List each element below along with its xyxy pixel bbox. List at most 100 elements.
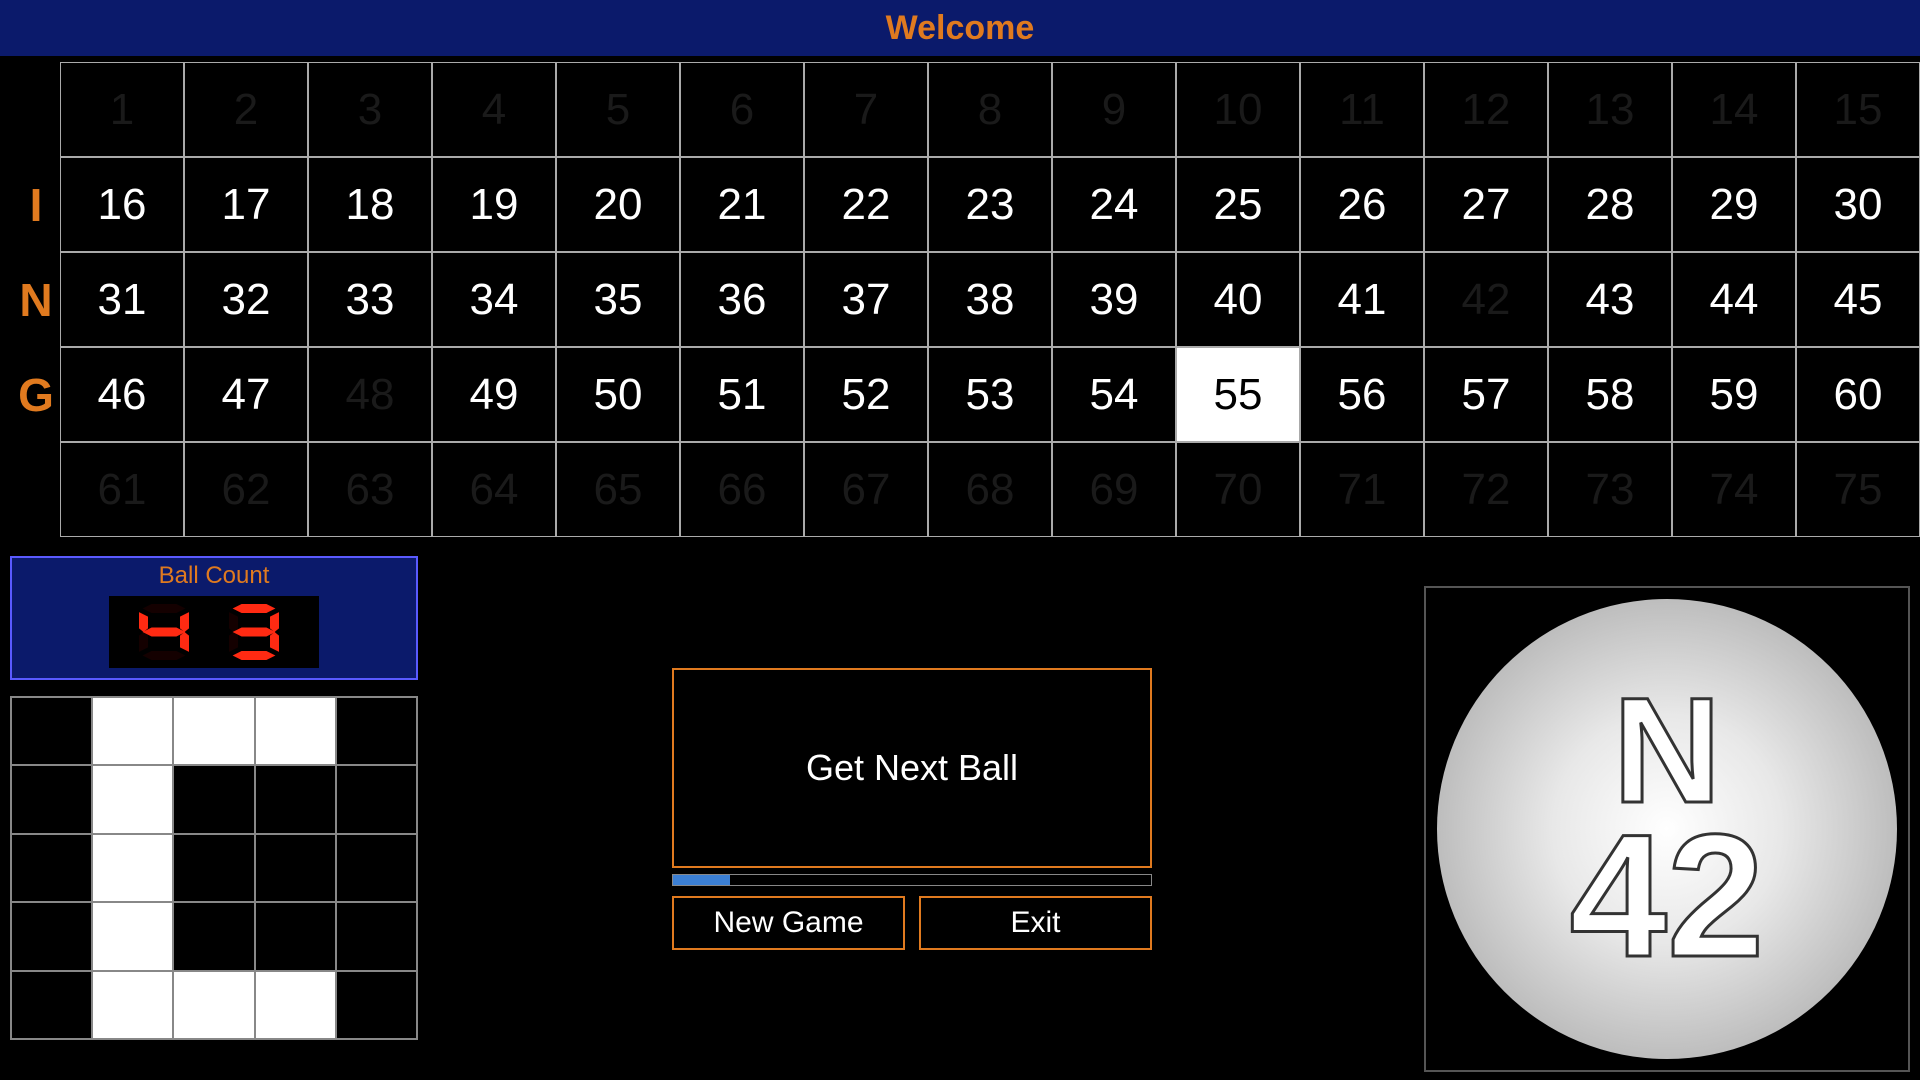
board-cell[interactable]: 9 bbox=[1052, 62, 1176, 157]
get-next-ball-button[interactable]: Get Next Ball bbox=[672, 668, 1152, 868]
board-cell[interactable]: 66 bbox=[680, 442, 804, 537]
pattern-cell[interactable] bbox=[173, 697, 254, 765]
board-cell[interactable]: 33 bbox=[308, 252, 432, 347]
pattern-cell[interactable] bbox=[336, 697, 417, 765]
pattern-cell[interactable] bbox=[255, 765, 336, 833]
board-cell[interactable]: 69 bbox=[1052, 442, 1176, 537]
board-cell[interactable]: 10 bbox=[1176, 62, 1300, 157]
pattern-cell[interactable] bbox=[173, 902, 254, 970]
board-cell[interactable]: 47 bbox=[184, 347, 308, 442]
new-game-button[interactable]: New Game bbox=[672, 896, 905, 950]
board-cell[interactable]: 30 bbox=[1796, 157, 1920, 252]
board-cell[interactable]: 63 bbox=[308, 442, 432, 537]
board-cell[interactable]: 40 bbox=[1176, 252, 1300, 347]
board-cell[interactable]: 60 bbox=[1796, 347, 1920, 442]
pattern-cell[interactable] bbox=[255, 971, 336, 1039]
board-cell[interactable]: 4 bbox=[432, 62, 556, 157]
board-cell[interactable]: 57 bbox=[1424, 347, 1548, 442]
pattern-cell[interactable] bbox=[255, 902, 336, 970]
board-cell[interactable]: 13 bbox=[1548, 62, 1672, 157]
board-cell[interactable]: 58 bbox=[1548, 347, 1672, 442]
pattern-cell[interactable] bbox=[92, 971, 173, 1039]
board-cell[interactable]: 15 bbox=[1796, 62, 1920, 157]
board-cell[interactable]: 21 bbox=[680, 157, 804, 252]
board-cell[interactable]: 36 bbox=[680, 252, 804, 347]
board-cell[interactable]: 28 bbox=[1548, 157, 1672, 252]
board-cell[interactable]: 19 bbox=[432, 157, 556, 252]
board-cell[interactable]: 16 bbox=[60, 157, 184, 252]
board-cell[interactable]: 52 bbox=[804, 347, 928, 442]
board-cell[interactable]: 73 bbox=[1548, 442, 1672, 537]
board-cell[interactable]: 61 bbox=[60, 442, 184, 537]
board-cell[interactable]: 67 bbox=[804, 442, 928, 537]
pattern-cell[interactable] bbox=[336, 834, 417, 902]
board-cell[interactable]: 41 bbox=[1300, 252, 1424, 347]
board-cell[interactable]: 25 bbox=[1176, 157, 1300, 252]
board-cell[interactable]: 75 bbox=[1796, 442, 1920, 537]
pattern-cell[interactable] bbox=[92, 765, 173, 833]
pattern-cell[interactable] bbox=[336, 971, 417, 1039]
board-cell[interactable]: 43 bbox=[1548, 252, 1672, 347]
pattern-cell[interactable] bbox=[92, 834, 173, 902]
pattern-cell[interactable] bbox=[11, 902, 92, 970]
board-cell[interactable]: 14 bbox=[1672, 62, 1796, 157]
pattern-cell[interactable] bbox=[92, 697, 173, 765]
board-cell[interactable]: 56 bbox=[1300, 347, 1424, 442]
board-cell[interactable]: 42 bbox=[1424, 252, 1548, 347]
board-cell[interactable]: 26 bbox=[1300, 157, 1424, 252]
board-cell[interactable]: 18 bbox=[308, 157, 432, 252]
board-cell[interactable]: 53 bbox=[928, 347, 1052, 442]
board-cell[interactable]: 17 bbox=[184, 157, 308, 252]
pattern-cell[interactable] bbox=[11, 765, 92, 833]
board-cell[interactable]: 39 bbox=[1052, 252, 1176, 347]
board-cell[interactable]: 1 bbox=[60, 62, 184, 157]
board-cell[interactable]: 59 bbox=[1672, 347, 1796, 442]
board-cell[interactable]: 72 bbox=[1424, 442, 1548, 537]
board-cell[interactable]: 45 bbox=[1796, 252, 1920, 347]
board-cell[interactable]: 55 bbox=[1176, 347, 1300, 442]
board-cell[interactable]: 12 bbox=[1424, 62, 1548, 157]
board-cell[interactable]: 64 bbox=[432, 442, 556, 537]
pattern-cell[interactable] bbox=[92, 902, 173, 970]
pattern-cell[interactable] bbox=[173, 834, 254, 902]
board-cell[interactable]: 46 bbox=[60, 347, 184, 442]
board-cell[interactable]: 44 bbox=[1672, 252, 1796, 347]
pattern-cell[interactable] bbox=[11, 971, 92, 1039]
board-cell[interactable]: 32 bbox=[184, 252, 308, 347]
board-cell[interactable]: 37 bbox=[804, 252, 928, 347]
board-cell[interactable]: 3 bbox=[308, 62, 432, 157]
pattern-cell[interactable] bbox=[173, 971, 254, 1039]
board-cell[interactable]: 27 bbox=[1424, 157, 1548, 252]
board-cell[interactable]: 29 bbox=[1672, 157, 1796, 252]
board-cell[interactable]: 54 bbox=[1052, 347, 1176, 442]
pattern-cell[interactable] bbox=[255, 834, 336, 902]
board-cell[interactable]: 74 bbox=[1672, 442, 1796, 537]
board-cell[interactable]: 50 bbox=[556, 347, 680, 442]
board-cell[interactable]: 7 bbox=[804, 62, 928, 157]
board-cell[interactable]: 62 bbox=[184, 442, 308, 537]
exit-button[interactable]: Exit bbox=[919, 896, 1152, 950]
board-cell[interactable]: 51 bbox=[680, 347, 804, 442]
board-cell[interactable]: 5 bbox=[556, 62, 680, 157]
board-cell[interactable]: 35 bbox=[556, 252, 680, 347]
board-cell[interactable]: 2 bbox=[184, 62, 308, 157]
board-cell[interactable]: 11 bbox=[1300, 62, 1424, 157]
board-cell[interactable]: 70 bbox=[1176, 442, 1300, 537]
pattern-cell[interactable] bbox=[255, 697, 336, 765]
board-cell[interactable]: 65 bbox=[556, 442, 680, 537]
pattern-cell[interactable] bbox=[173, 765, 254, 833]
board-cell[interactable]: 31 bbox=[60, 252, 184, 347]
board-cell[interactable]: 23 bbox=[928, 157, 1052, 252]
board-cell[interactable]: 24 bbox=[1052, 157, 1176, 252]
board-cell[interactable]: 68 bbox=[928, 442, 1052, 537]
board-cell[interactable]: 48 bbox=[308, 347, 432, 442]
pattern-cell[interactable] bbox=[336, 765, 417, 833]
board-cell[interactable]: 38 bbox=[928, 252, 1052, 347]
pattern-cell[interactable] bbox=[336, 902, 417, 970]
board-cell[interactable]: 22 bbox=[804, 157, 928, 252]
board-cell[interactable]: 49 bbox=[432, 347, 556, 442]
board-cell[interactable]: 6 bbox=[680, 62, 804, 157]
pattern-cell[interactable] bbox=[11, 834, 92, 902]
board-cell[interactable]: 71 bbox=[1300, 442, 1424, 537]
pattern-cell[interactable] bbox=[11, 697, 92, 765]
